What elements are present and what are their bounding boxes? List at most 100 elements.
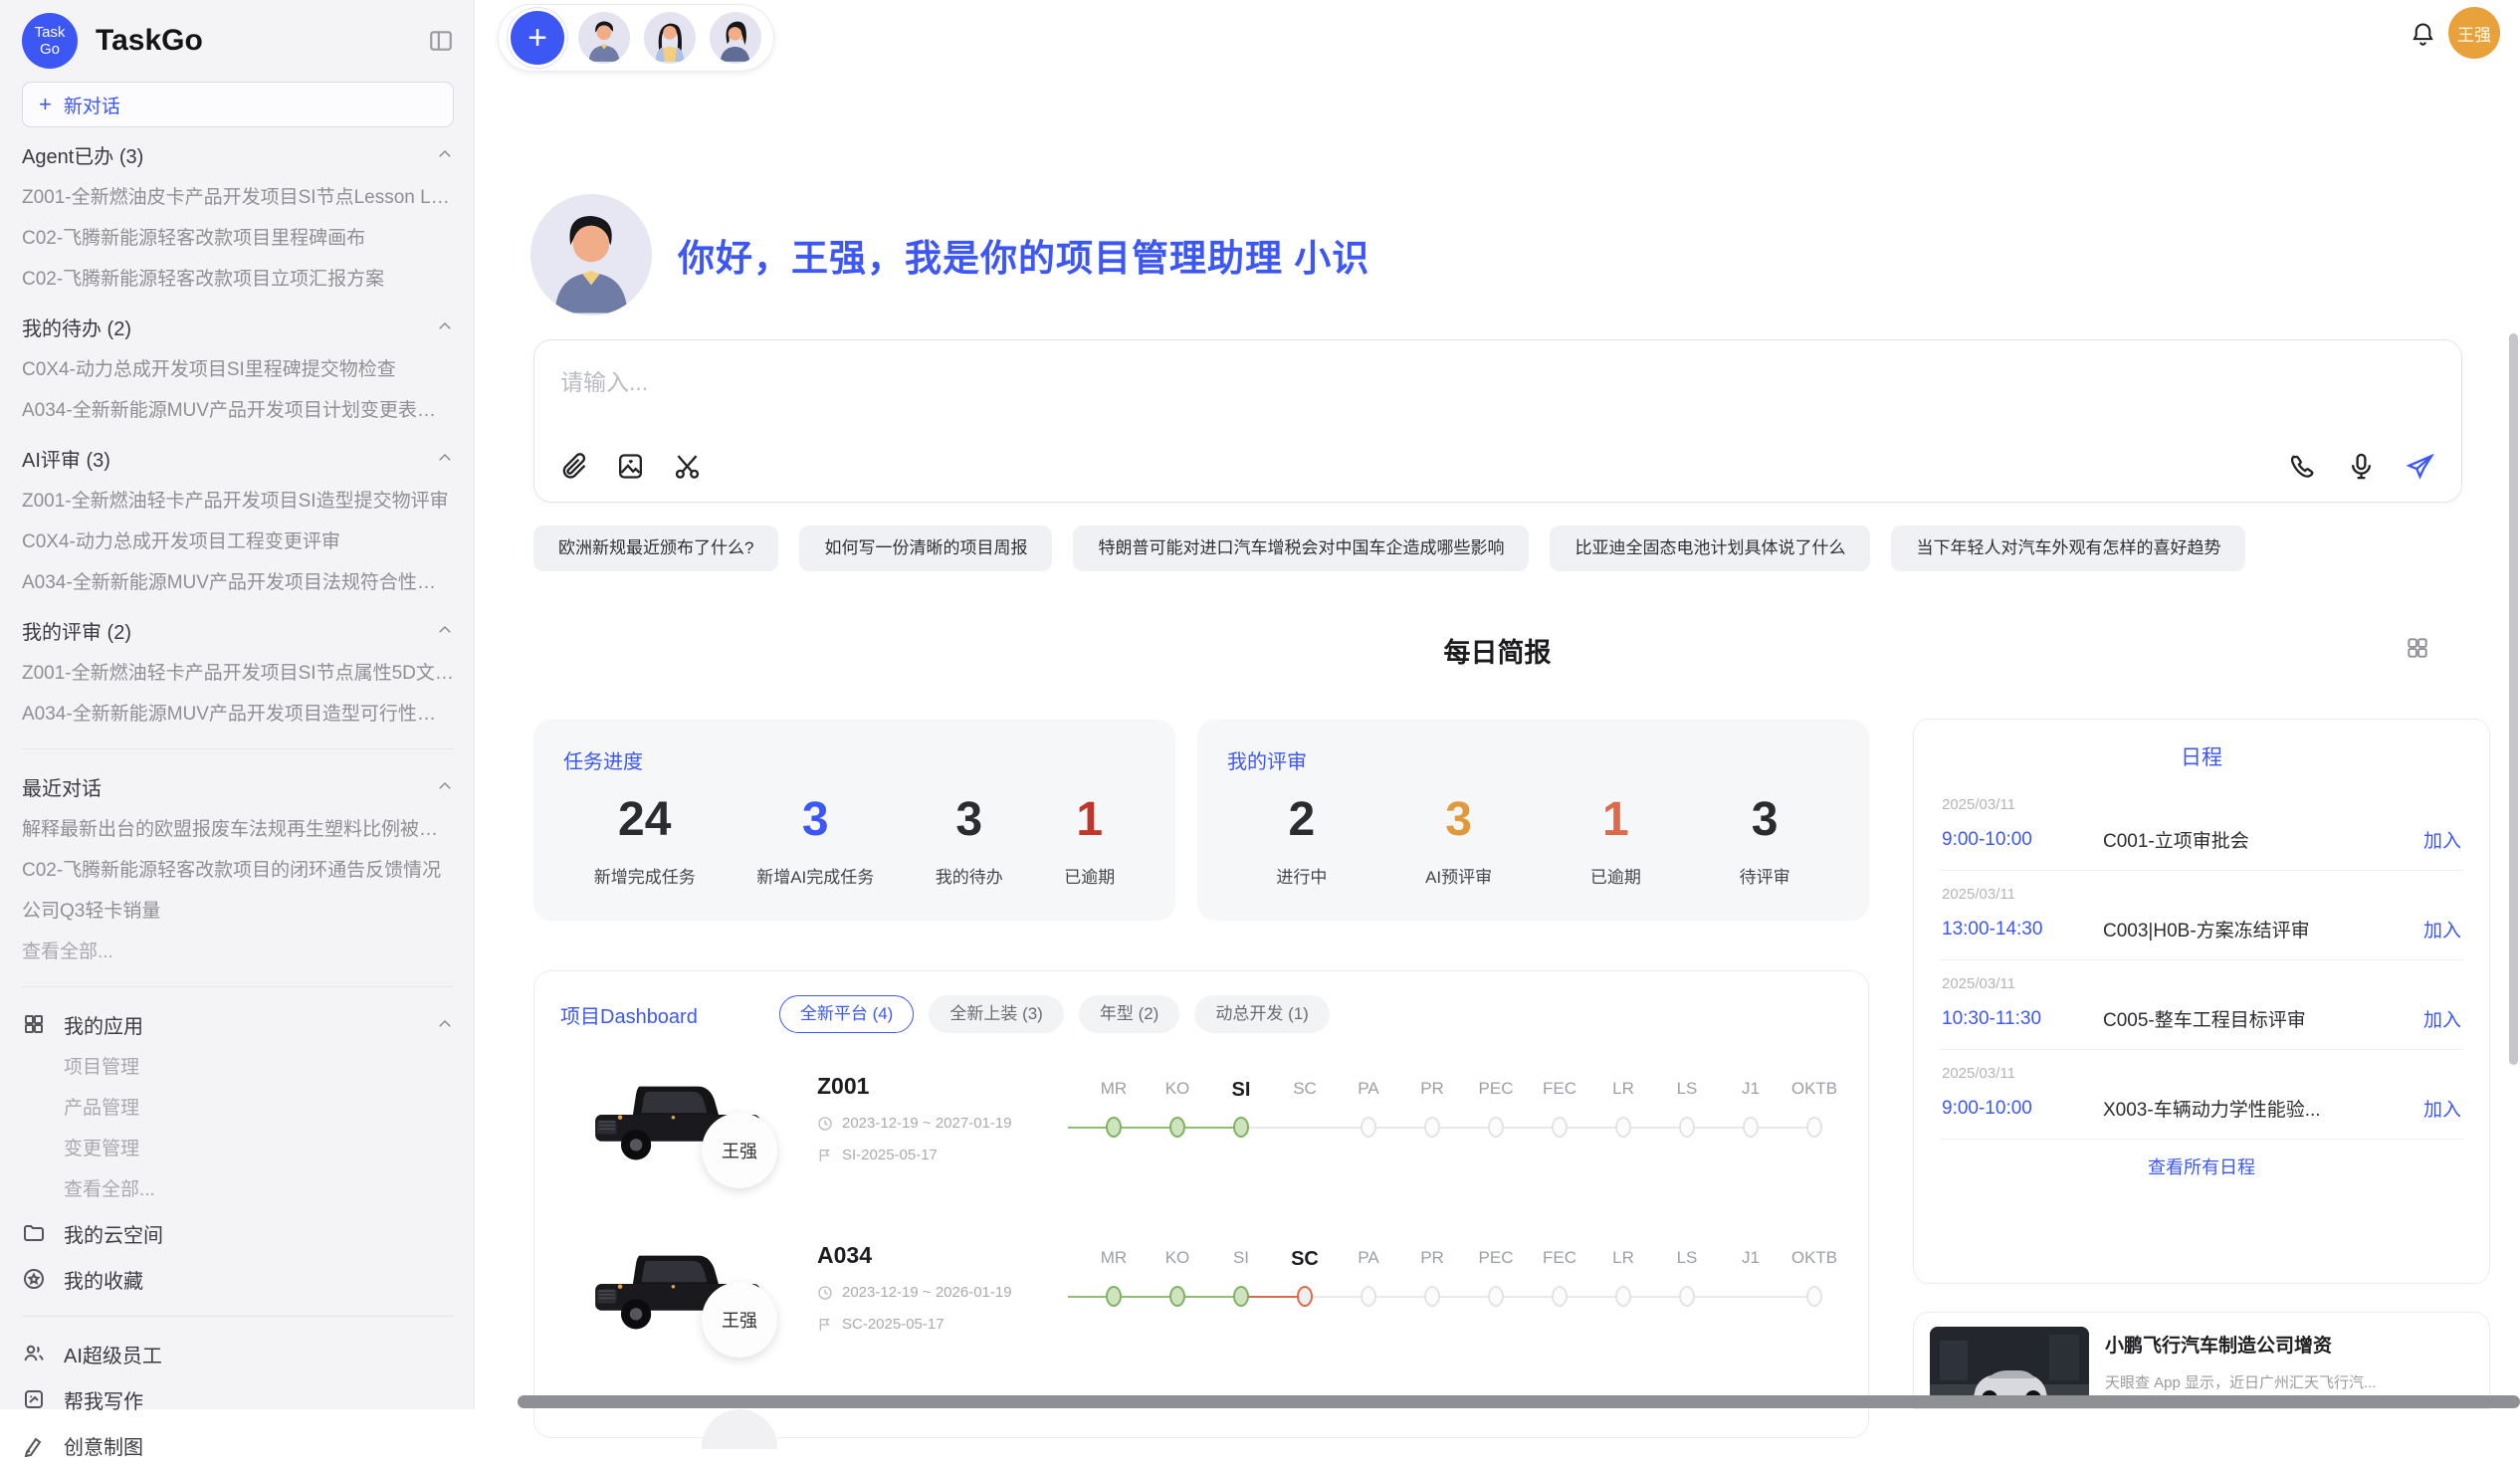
assistant-avatar-large	[530, 194, 652, 315]
assistant-avatar-3[interactable]	[710, 12, 761, 64]
section-ai-review[interactable]: AI评审 (3)	[22, 435, 454, 481]
schedule-date: 2025/03/11	[1942, 975, 2461, 992]
tab-platform[interactable]: 全新平台 (4)	[779, 995, 915, 1033]
join-link[interactable]: 加入	[2423, 916, 2461, 943]
suggestion-chips: 欧洲新规最近颁布了什么? 如何写一份清晰的项目周报 特朗普可能对进口汽车增税会对…	[533, 525, 2245, 571]
plus-icon: +	[39, 94, 52, 115]
suggestion-chip[interactable]: 特朗普可能对进口汽车增税会对中国车企造成哪些影响	[1073, 525, 1529, 571]
milestone-dot-done	[1233, 1286, 1249, 1307]
sidebar-item[interactable]: Z001-全新燃油皮卡产品开发项目SI节点Lesson Learn报告	[22, 177, 454, 218]
sidebar-item[interactable]: C0X4-动力总成开发项目工程变更评审	[22, 522, 454, 562]
sidebar-item[interactable]: C02-飞腾新能源轻客改款项目里程碑画布	[22, 218, 454, 259]
sidebar-item[interactable]: A034-全新新能源MUV产品开发项目计划变更表编写	[22, 390, 454, 431]
tab-body[interactable]: 全新上装 (3)	[929, 995, 1064, 1033]
assistant-avatar-1[interactable]	[578, 12, 630, 64]
recent-chat-item[interactable]: 解释最新出台的欧盟报废车法规再生塑料比例被调至15%...	[22, 809, 454, 850]
project-row-z001[interactable]: 王强 Z001 2023-12-19 ~ 2027-01-19 SI-2025-…	[560, 1067, 1842, 1226]
project-row-a034[interactable]: 王强 A034 2023-12-19 ~ 2026-01-19 SC-2025-…	[560, 1236, 1842, 1395]
apps-view-all[interactable]: 查看全部...	[64, 1169, 454, 1210]
sidebar-item[interactable]: A034-全新新能源MUV产品开发项目法规符合性评审	[22, 562, 454, 603]
suggestion-chip[interactable]: 比亚迪全固态电池计划具体说了什么	[1550, 525, 1870, 571]
sidebar-item-ai-staff[interactable]: AI超级员工	[22, 1331, 454, 1376]
chat-input[interactable]	[558, 368, 2055, 397]
section-agent-done[interactable]: Agent已办 (3)	[22, 131, 454, 177]
schedule-event-title: C001-立项审批会	[2103, 826, 2412, 853]
send-icon[interactable]	[2405, 451, 2435, 482]
sidebar-item-cloud[interactable]: 我的云空间	[22, 1210, 454, 1256]
join-link[interactable]: 加入	[2423, 1095, 2461, 1122]
milestone-dot	[1424, 1286, 1440, 1307]
milestone-dot	[1552, 1286, 1568, 1307]
app-item-change[interactable]: 变更管理	[64, 1129, 454, 1169]
section-my-apps[interactable]: 我的应用	[22, 1001, 454, 1047]
assistant-avatar-2[interactable]	[644, 12, 696, 64]
tab-powertrain[interactable]: 动总开发 (1)	[1194, 995, 1330, 1033]
suggestion-chip[interactable]: 当下年轻人对汽车外观有怎样的喜好趋势	[1891, 525, 2245, 571]
image-icon[interactable]	[615, 451, 646, 482]
schedule-time: 10:30-11:30	[1942, 1008, 2103, 1030]
sidebar-item[interactable]: Z001-全新燃油轻卡产品开发项目SI节点属性5D文件评审	[22, 653, 454, 694]
new-chat-button[interactable]: + 新对话	[22, 82, 454, 127]
app-item-product[interactable]: 产品管理	[64, 1088, 454, 1129]
sidebar-item[interactable]: Z001-全新燃油轻卡产品开发项目SI造型提交物评审	[22, 481, 454, 522]
phone-icon[interactable]	[2287, 451, 2318, 482]
sidebar-item[interactable]: C02-飞腾新能源轻客改款项目立项汇报方案	[22, 259, 454, 300]
scissors-icon[interactable]	[672, 451, 703, 482]
project-flag-date: SC-2025-05-17	[817, 1316, 1012, 1333]
milestone-dot-done	[1169, 1117, 1185, 1138]
chevron-up-icon	[436, 145, 454, 163]
layout-grid-icon[interactable]	[2405, 635, 2430, 661]
sidebar-collapse-icon[interactable]	[428, 28, 454, 54]
sidebar-item[interactable]: A034-全新新能源MUV产品开发项目造型可行性评审	[22, 694, 454, 734]
notification-bell-icon[interactable]	[2410, 20, 2436, 47]
attachment-icon[interactable]	[558, 451, 589, 482]
microphone-icon[interactable]	[2346, 451, 2377, 482]
recent-view-all[interactable]: 查看全部...	[22, 932, 454, 972]
sidebar-item-favorites[interactable]: 我的收藏	[22, 1256, 454, 1302]
view-all-schedule-link[interactable]: 查看所有日程	[1940, 1153, 2463, 1179]
milestone-dot	[1361, 1286, 1376, 1307]
folder-icon	[22, 1221, 46, 1245]
section-my-todo[interactable]: 我的待办 (2)	[22, 304, 454, 349]
section-my-review[interactable]: 我的评审 (2)	[22, 607, 454, 653]
dashboard-title: 项目Dashboard	[560, 1000, 698, 1029]
tab-year-model[interactable]: 年型 (2)	[1079, 995, 1180, 1033]
ai-staff-label: AI超级员工	[64, 1340, 454, 1368]
join-link[interactable]: 加入	[2423, 1005, 2461, 1032]
section-label: 我的待办 (2)	[22, 313, 436, 341]
next-row-partial	[702, 1409, 777, 1449]
divider	[22, 986, 454, 987]
sidebar-item[interactable]: C0X4-动力总成开发项目SI里程碑提交物检查	[22, 349, 454, 390]
chevron-up-icon	[436, 317, 454, 335]
sidebar-item-write-help[interactable]: 帮我写作	[22, 1376, 454, 1422]
stat-ai-prereview: 3 AI预评审	[1425, 792, 1492, 888]
stat-in-progress: 2 进行中	[1276, 792, 1327, 888]
chevron-up-icon	[436, 777, 454, 795]
user-avatar[interactable]: 王强	[2448, 7, 2500, 59]
sidebar-item-creative-draw[interactable]: 创意制图	[22, 1422, 454, 1468]
project-dashboard-card: 项目Dashboard 全新平台 (4) 全新上装 (3) 年型 (2) 动总开…	[533, 970, 1869, 1438]
section-recent-chats[interactable]: 最近对话	[22, 763, 454, 809]
suggestion-chip[interactable]: 欧洲新规最近颁布了什么?	[533, 525, 778, 571]
stat-ai-done: 3 新增AI完成任务	[756, 792, 874, 888]
milestone-dot	[1806, 1117, 1822, 1138]
suggestion-chip[interactable]: 如何写一份清晰的项目周报	[799, 525, 1052, 571]
vertical-scrollbar[interactable]	[2509, 333, 2518, 1065]
app-item-project[interactable]: 项目管理	[64, 1047, 454, 1088]
horizontal-scrollbar[interactable]	[518, 1395, 2520, 1408]
flag-icon	[817, 1317, 833, 1333]
stat-my-todo: 3 我的待办	[936, 792, 1003, 888]
schedule-item: 2025/03/11 9:00-10:00 X003-车辆动力学性能验... 加…	[1940, 1050, 2463, 1140]
schedule-event-title: C003|H0B-方案冻结评审	[2103, 916, 2412, 943]
schedule-event-title: X003-车辆动力学性能验...	[2103, 1095, 2412, 1122]
recent-chat-item[interactable]: C02-飞腾新能源轻客改款项目的闭环通告反馈情况	[22, 850, 454, 891]
recent-chat-item[interactable]: 公司Q3轻卡销量	[22, 891, 454, 932]
join-link[interactable]: 加入	[2423, 826, 2461, 853]
schedule-date: 2025/03/11	[1942, 1065, 2461, 1082]
milestone-dot-overdue	[1297, 1286, 1313, 1307]
app-logo-line2: Go	[40, 41, 60, 58]
briefing-title: 每日简报	[475, 631, 2520, 670]
milestone-dot	[1615, 1286, 1631, 1307]
add-assistant-button[interactable]: +	[511, 11, 564, 65]
greeting: 你好，王强，我是你的项目管理助理 小识	[530, 194, 1369, 315]
